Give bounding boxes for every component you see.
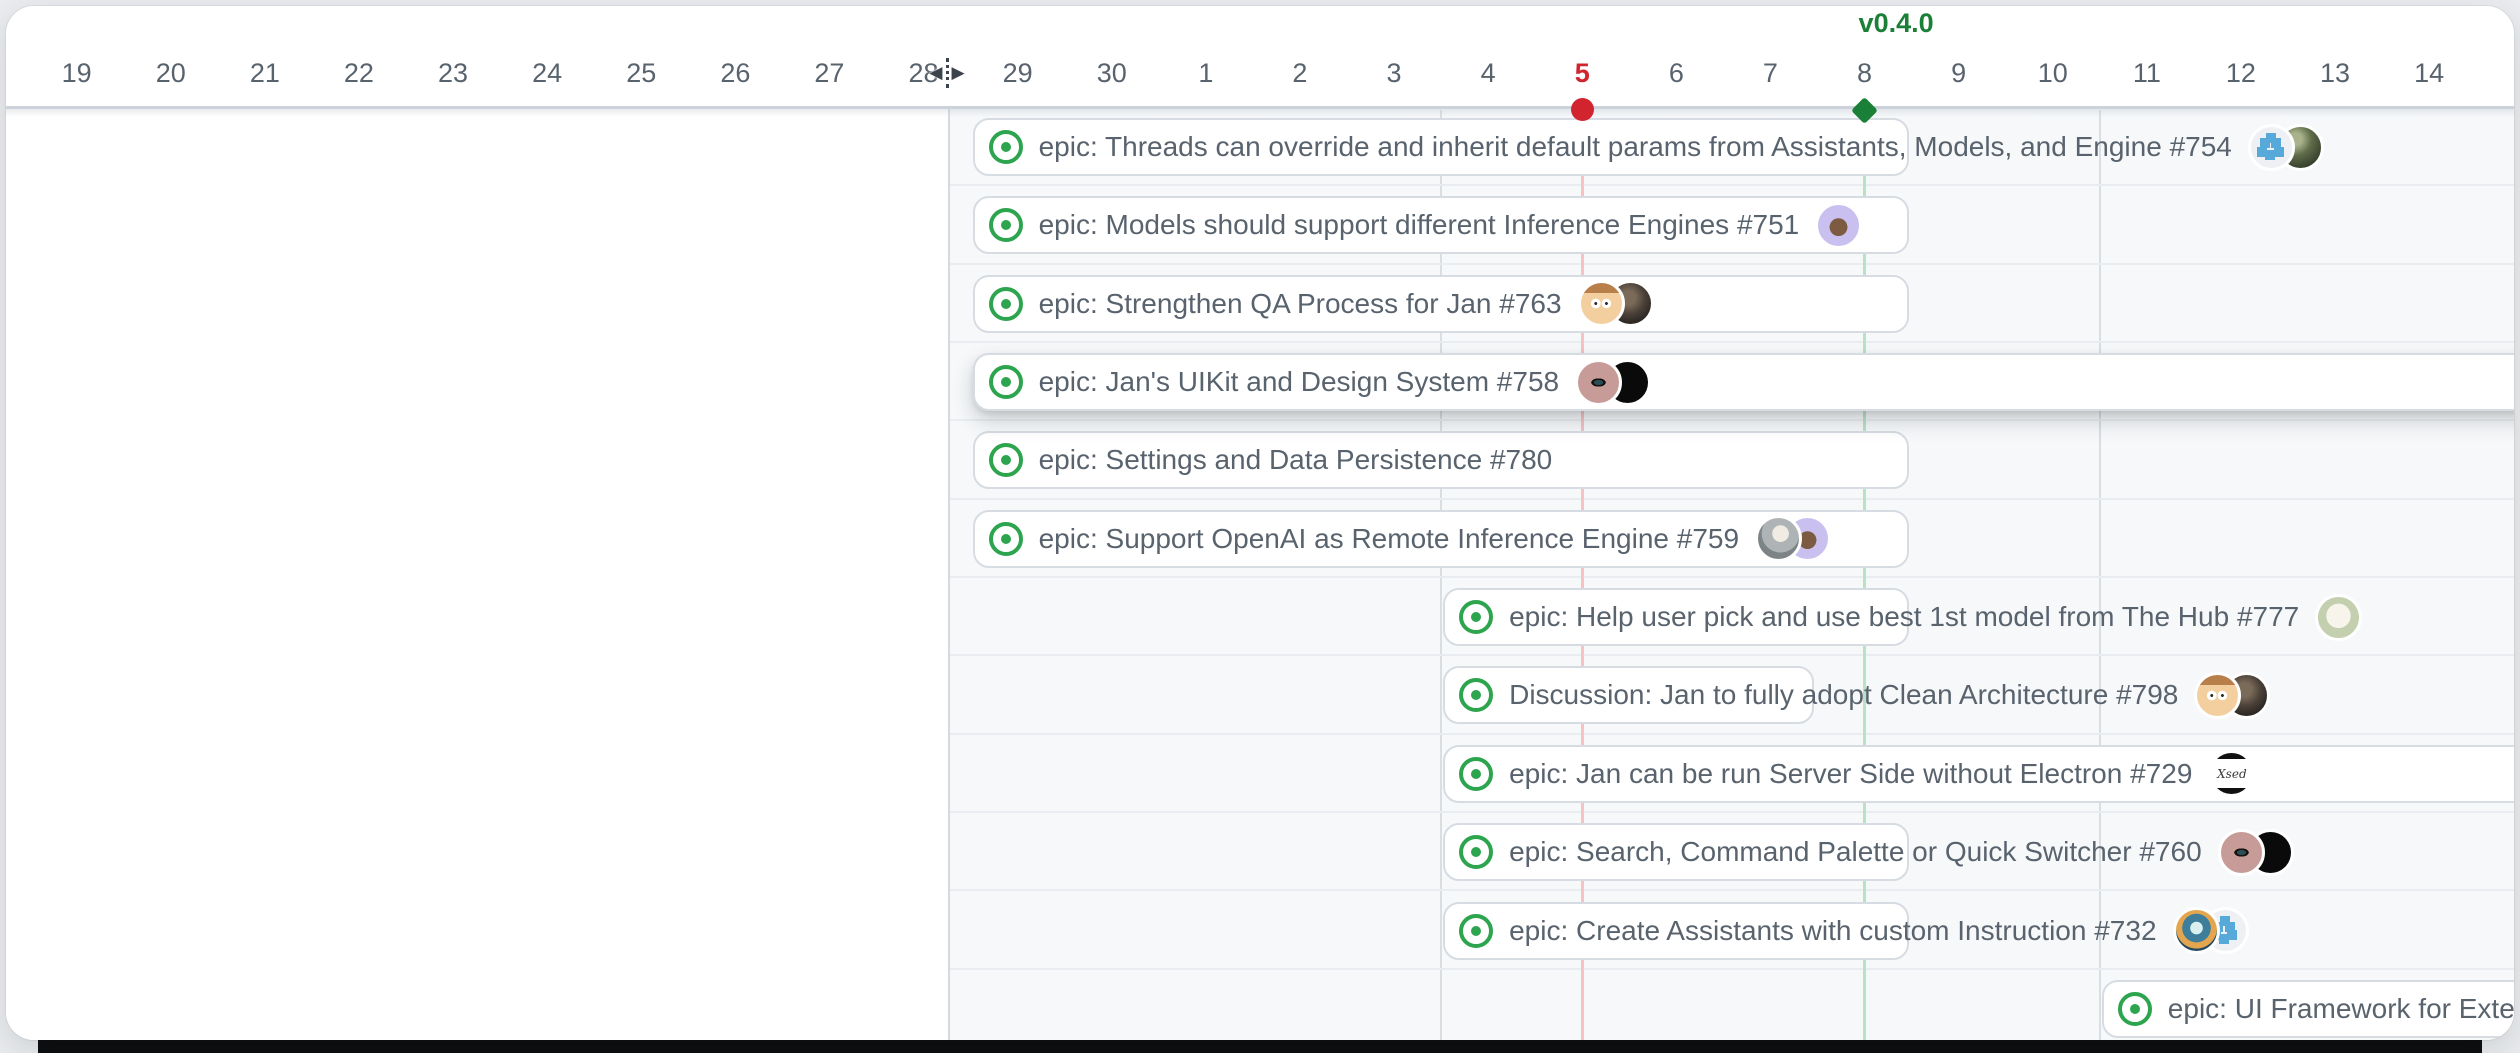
day-label: 3 (1347, 56, 1441, 90)
day-label: 14 (2382, 56, 2476, 90)
timeline-bar[interactable] (973, 275, 1909, 333)
day-label: 19 (30, 56, 124, 90)
day-label: 25 (594, 56, 688, 90)
header-rule (6, 106, 2514, 109)
header-shadow (6, 109, 2514, 117)
timeline-bar[interactable] (1443, 902, 1909, 960)
timeline-bar[interactable] (973, 196, 1909, 254)
day-label: 20 (124, 56, 218, 90)
screen: epic: Threads can override and inherit d… (0, 0, 2520, 1053)
day-label: 10 (2006, 56, 2100, 90)
day-label: 6 (1629, 56, 1723, 90)
issue-table (6, 108, 950, 1040)
timeline-bar[interactable] (1443, 588, 1909, 646)
day-label: 11 (2100, 56, 2194, 90)
timeline-bar[interactable] (973, 510, 1909, 568)
day-label: 27 (782, 56, 876, 90)
day-label: 30 (1065, 56, 1159, 90)
timeline-bar[interactable] (973, 118, 1909, 176)
roadmap-view: epic: Threads can override and inherit d… (6, 6, 2514, 1040)
timeline-bar[interactable] (973, 431, 1909, 489)
day-label: 7 (1723, 56, 1817, 90)
timeline-bar[interactable] (973, 353, 2514, 411)
milestone-label[interactable]: v0.4.0 (1859, 8, 1934, 39)
day-label: 8 (1818, 56, 1912, 90)
day-label: 2 (1253, 56, 1347, 90)
day-label: 29 (971, 56, 1065, 90)
day-label: 21 (218, 56, 312, 90)
app-window: epic: Threads can override and inherit d… (6, 6, 2514, 1040)
day-label: 12 (2194, 56, 2288, 90)
timeline-bar[interactable] (1443, 745, 2514, 803)
day-label: 24 (500, 56, 594, 90)
day-label: 13 (2288, 56, 2382, 90)
timeline-bar[interactable] (1443, 823, 1909, 881)
day-label: 23 (406, 56, 500, 90)
day-label: 4 (1441, 56, 1535, 90)
timeline-bar[interactable] (2102, 980, 2514, 1038)
day-label: 26 (688, 56, 782, 90)
col-resize-cursor-icon: ◀▶ (921, 54, 973, 92)
day-label: 1 (1159, 56, 1253, 90)
day-label: 9 (1912, 56, 2006, 90)
today-marker-icon (1571, 98, 1594, 121)
day-label: 5 (1535, 56, 1629, 90)
day-label: 22 (312, 56, 406, 90)
timeline-bar[interactable] (1443, 666, 1814, 724)
